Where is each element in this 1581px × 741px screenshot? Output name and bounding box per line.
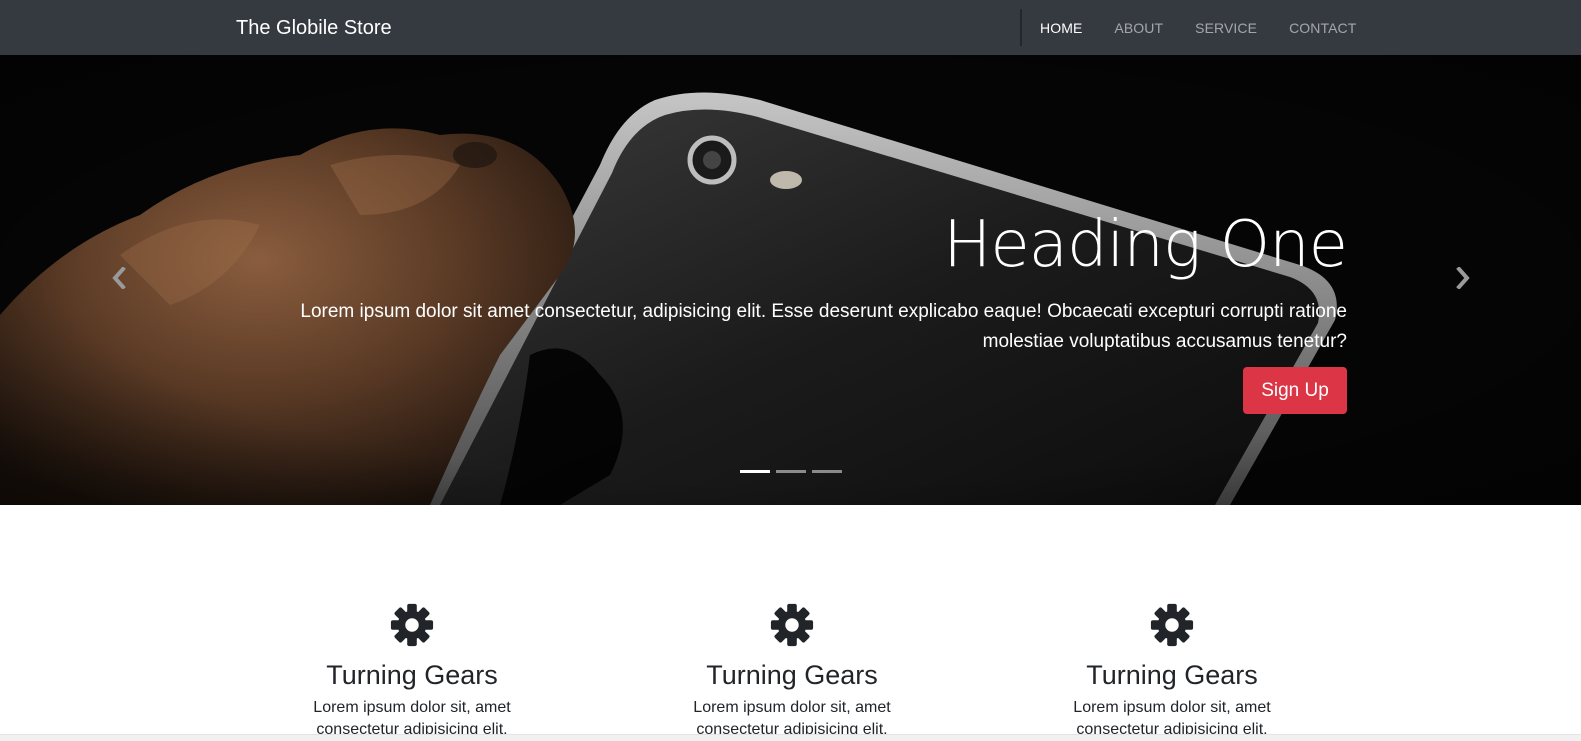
carousel-prev-control[interactable] xyxy=(104,260,134,296)
page-bottom-edge xyxy=(0,734,1581,741)
carousel-caption: Heading One Lorem ipsum dolor sit amet c… xyxy=(297,205,1348,357)
feature-title: Turning Gears xyxy=(326,660,498,690)
nav-link-service[interactable]: SERVICE xyxy=(1179,20,1273,36)
feature-title: Turning Gears xyxy=(706,660,878,690)
carousel-indicator-3[interactable] xyxy=(812,470,842,473)
carousel-indicator-1[interactable] xyxy=(740,470,770,473)
gear-icon xyxy=(390,603,434,647)
hero-carousel: Heading One Lorem ipsum dolor sit amet c… xyxy=(0,55,1581,505)
carousel-indicator-2[interactable] xyxy=(776,470,806,473)
sign-up-button[interactable]: Sign Up xyxy=(1243,367,1347,414)
nav-link-home[interactable]: HOME xyxy=(1024,20,1098,36)
features-section: Turning Gears Lorem ipsum dolor sit, ame… xyxy=(0,505,1581,741)
carousel-indicators xyxy=(740,470,842,473)
gear-icon xyxy=(1150,603,1194,647)
nav-link-contact[interactable]: CONTACT xyxy=(1273,20,1372,36)
chevron-right-icon xyxy=(1456,267,1470,289)
navbar: The Globile Store HOME ABOUT SERVICE CON… xyxy=(0,0,1581,55)
feature-card: Turning Gears Lorem ipsum dolor sit, ame… xyxy=(1042,602,1302,741)
carousel-next-control[interactable] xyxy=(1448,260,1478,296)
feature-card: Turning Gears Lorem ipsum dolor sit, ame… xyxy=(282,602,542,741)
nav-links: HOME ABOUT SERVICE CONTACT xyxy=(1024,0,1372,55)
carousel-text: Lorem ipsum dolor sit amet consectetur, … xyxy=(300,301,1347,352)
carousel-heading: Heading One xyxy=(943,208,1348,282)
gear-icon xyxy=(770,603,814,647)
feature-title: Turning Gears xyxy=(1086,660,1258,690)
chevron-left-icon xyxy=(112,267,126,289)
nav-link-about[interactable]: ABOUT xyxy=(1098,20,1179,36)
brand-logo-link[interactable]: The Globile Store xyxy=(236,15,392,41)
feature-card: Turning Gears Lorem ipsum dolor sit, ame… xyxy=(662,602,922,741)
nav-divider xyxy=(1020,9,1022,46)
